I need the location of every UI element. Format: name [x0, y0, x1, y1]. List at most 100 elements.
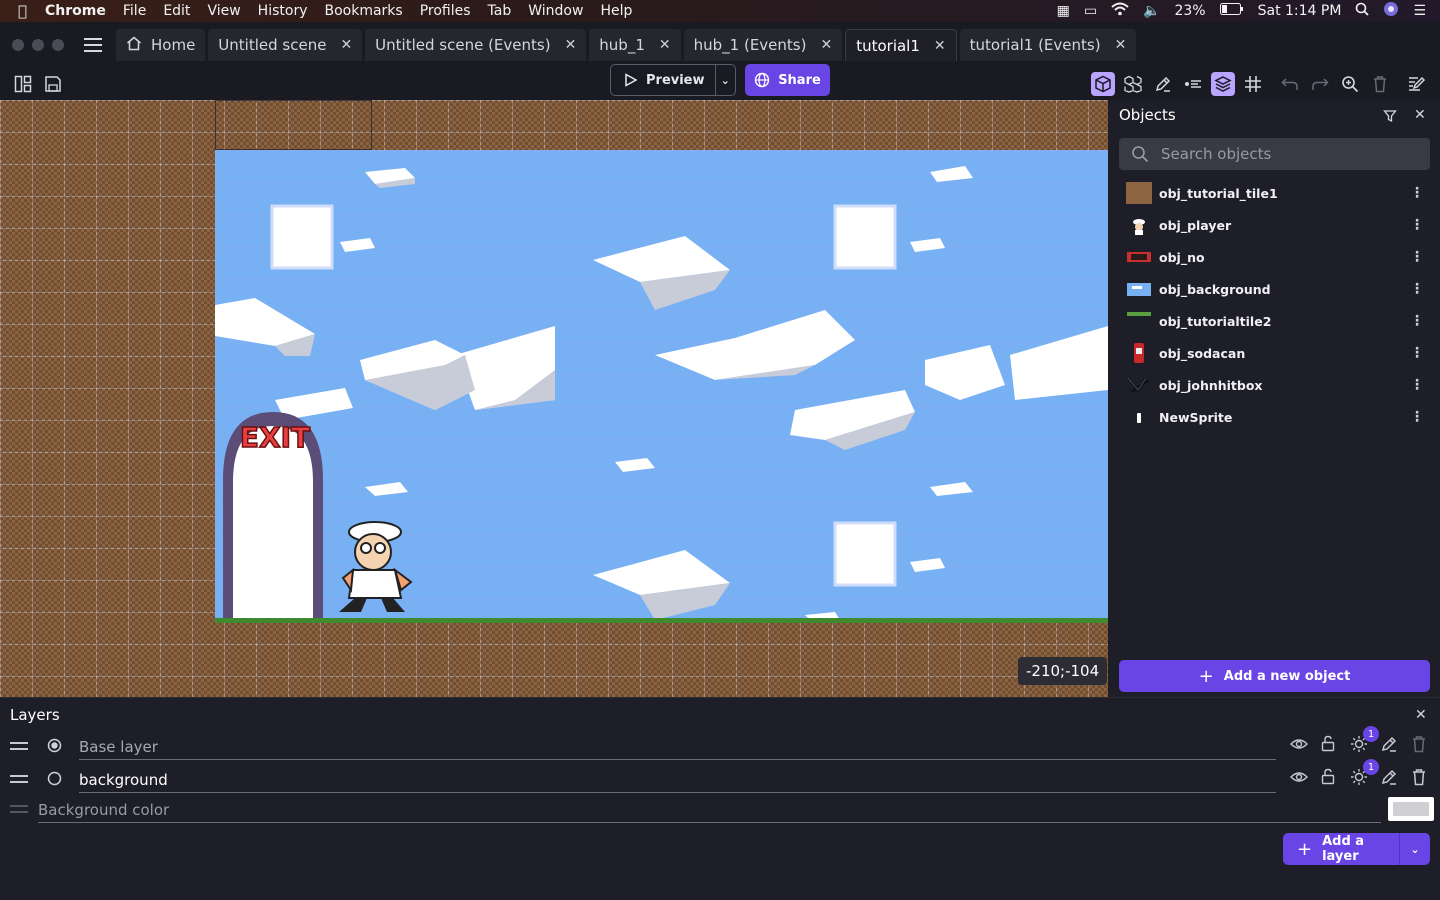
close-panel-icon[interactable]: ✕ [1415, 707, 1427, 723]
close-icon[interactable]: ✕ [934, 38, 946, 54]
visibility-eye-icon[interactable] [1290, 737, 1308, 755]
apple-menu-icon[interactable]:  [18, 2, 27, 20]
object-list-item[interactable]: obj_no ⋮ [1126, 241, 1426, 273]
layer-row-base-layer[interactable]: Base layer 1 [0, 726, 1440, 762]
battery-icon[interactable] [1219, 3, 1244, 19]
dropbox-icon[interactable]: ▦ [1057, 3, 1070, 19]
delete-icon[interactable] [1368, 72, 1392, 96]
drag-handle-icon[interactable] [10, 770, 28, 788]
minimize-window-button[interactable] [32, 39, 44, 51]
trash-icon[interactable] [1411, 735, 1427, 757]
instances-list-icon[interactable] [1181, 72, 1205, 96]
layer-row-background[interactable]: background 1 [0, 759, 1440, 795]
add-new-object-button[interactable]: + Add a new object [1119, 660, 1430, 692]
unlock-icon[interactable] [1321, 735, 1335, 756]
tab-untitled-scene[interactable]: Untitled scene ✕ [208, 29, 363, 61]
close-panel-icon[interactable]: ✕ [1414, 107, 1426, 123]
clock[interactable]: Sat 1:14 PM [1258, 3, 1342, 19]
more-options-icon[interactable]: ⋮ [1410, 377, 1424, 393]
panels-layout-icon[interactable] [11, 72, 35, 96]
object-list-item[interactable]: NewSprite ⋮ [1126, 401, 1426, 433]
volume-icon[interactable]: 🔈 [1143, 3, 1160, 19]
preview-button[interactable]: Preview ⌄ [610, 64, 736, 96]
object-name: obj_no [1159, 249, 1205, 265]
search-objects-input[interactable]: Search objects [1119, 138, 1430, 170]
object-thumbnail [1126, 182, 1152, 204]
menu-view[interactable]: View [207, 3, 240, 19]
unlock-icon[interactable] [1321, 768, 1335, 789]
more-options-icon[interactable]: ⋮ [1410, 249, 1424, 265]
object-list-item[interactable]: obj_johnhitbox ⋮ [1126, 369, 1426, 401]
menu-profiles[interactable]: Profiles [420, 3, 471, 19]
visibility-eye-icon[interactable] [1290, 770, 1308, 788]
spotlight-search-icon[interactable] [1355, 2, 1370, 20]
more-options-icon[interactable]: ⋮ [1410, 217, 1424, 233]
menu-window[interactable]: Window [528, 3, 583, 19]
close-icon[interactable]: ✕ [659, 37, 671, 53]
more-options-icon[interactable]: ⋮ [1410, 281, 1424, 297]
scene-properties-icon[interactable] [1405, 72, 1429, 96]
more-options-icon[interactable]: ⋮ [1410, 409, 1424, 425]
object-list-item[interactable]: obj_player ⋮ [1126, 209, 1426, 241]
airplay-icon[interactable]: ▭ [1084, 3, 1097, 19]
filter-icon[interactable] [1383, 108, 1397, 127]
tab-tutorial1[interactable]: tutorial1 ✕ [845, 29, 957, 61]
tab-untitled-scene-events[interactable]: Untitled scene (Events) ✕ [365, 29, 587, 61]
menu-app-name[interactable]: Chrome [45, 3, 106, 19]
zoom-icon[interactable] [1338, 72, 1362, 96]
object-list-item[interactable]: obj_tutorial_tile1 ⋮ [1126, 177, 1426, 209]
layer-name-field[interactable]: background [79, 767, 1276, 793]
object-groups-icon[interactable] [1121, 72, 1145, 96]
object-list-item[interactable]: obj_sodacan ⋮ [1126, 337, 1426, 369]
menu-history[interactable]: History [258, 3, 308, 19]
edit-pencil-icon[interactable] [1380, 735, 1398, 757]
chevron-down-icon[interactable]: ⌄ [1400, 843, 1430, 856]
menu-file[interactable]: File [123, 3, 146, 19]
tab-tutorial1-events[interactable]: tutorial1 (Events) ✕ [959, 29, 1137, 61]
close-window-button[interactable] [12, 39, 24, 51]
more-options-icon[interactable]: ⋮ [1410, 345, 1424, 361]
layer-radio-selected[interactable] [47, 738, 62, 757]
control-center-icon[interactable]: ☰ [1413, 3, 1426, 19]
object-list-item[interactable]: obj_background ⋮ [1126, 273, 1426, 305]
share-button[interactable]: Share [745, 64, 830, 96]
edit-pencil-icon[interactable] [1380, 768, 1398, 790]
redo-icon[interactable] [1308, 72, 1332, 96]
chevron-down-icon[interactable]: ⌄ [716, 74, 735, 87]
siri-icon[interactable] [1383, 1, 1399, 21]
menu-edit[interactable]: Edit [163, 3, 190, 19]
layer-name-field[interactable]: Base layer [79, 734, 1276, 760]
object-list-item[interactable]: obj_tutorialtile2 ⋮ [1126, 305, 1426, 337]
menu-bookmarks[interactable]: Bookmarks [324, 3, 402, 19]
more-options-icon[interactable]: ⋮ [1410, 185, 1424, 201]
objects-panel-toggle-icon[interactable] [1091, 72, 1115, 96]
save-icon[interactable] [41, 72, 65, 96]
main-menu-icon[interactable] [84, 38, 102, 52]
properties-edit-icon[interactable] [1151, 72, 1175, 96]
grid-toggle-icon[interactable] [1241, 72, 1265, 96]
close-icon[interactable]: ✕ [820, 37, 832, 53]
close-icon[interactable]: ✕ [1115, 37, 1127, 53]
layer-radio-unselected[interactable] [47, 771, 62, 790]
close-icon[interactable]: ✕ [565, 37, 577, 53]
background-clouds: EXIT [215, 166, 1108, 620]
wifi-icon[interactable] [1111, 2, 1129, 20]
tab-home[interactable]: Home [116, 29, 206, 61]
add-layer-button-main[interactable]: + Add a layer [1283, 833, 1400, 865]
object-name: obj_tutorial_tile1 [1159, 185, 1278, 201]
menu-tab[interactable]: Tab [488, 3, 512, 19]
tab-hub-1[interactable]: hub_1 ✕ [589, 29, 681, 61]
add-layer-button[interactable]: + Add a layer ⌄ [1283, 833, 1430, 865]
zoom-window-button[interactable] [52, 39, 64, 51]
drag-handle-icon[interactable] [10, 737, 28, 755]
menu-help[interactable]: Help [600, 3, 632, 19]
tab-hub-1-events[interactable]: hub_1 (Events) ✕ [683, 29, 843, 61]
undo-icon[interactable] [1278, 72, 1302, 96]
scene-canvas[interactable]: EXIT -210;-104 [0, 100, 1108, 697]
trash-icon[interactable] [1411, 768, 1427, 790]
more-options-icon[interactable]: ⋮ [1410, 313, 1424, 329]
preview-button-main[interactable]: Preview [611, 65, 716, 95]
layers-panel-toggle-icon[interactable] [1211, 72, 1235, 96]
close-icon[interactable]: ✕ [340, 37, 352, 53]
background-color-swatch[interactable] [1388, 797, 1434, 821]
